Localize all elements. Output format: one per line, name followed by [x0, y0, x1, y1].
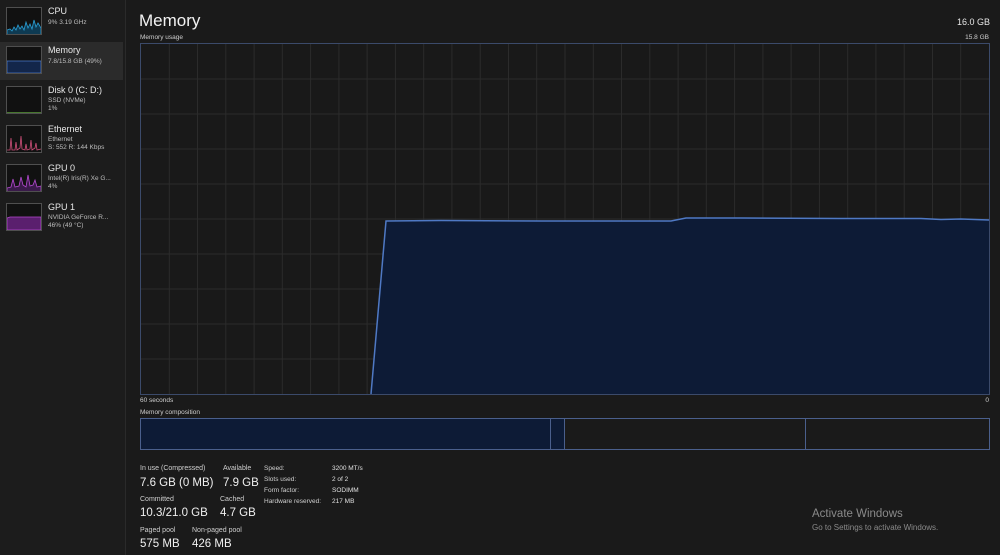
paged-pool-label: Paged pool	[140, 527, 176, 534]
graph-x-axis-start: 60 seconds	[140, 397, 174, 404]
gpu-0-thumbnail-graph	[6, 164, 42, 192]
sidebar-item-title: CPU	[48, 6, 68, 16]
sidebar: CPU 9% 3.19 GHz Memory 7.8/15.8 GB (49%)…	[0, 0, 126, 555]
activate-windows-subtitle: Go to Settings to activate Windows.	[812, 523, 939, 532]
sidebar-item-disk[interactable]: Disk 0 (C: D:) SSD (NVMe) 1%	[0, 82, 123, 120]
composition-free[interactable]	[806, 419, 989, 449]
composition-modified[interactable]	[551, 419, 565, 449]
ethernet-thumbnail-graph	[6, 125, 42, 153]
sidebar-item-title: Ethernet	[48, 124, 83, 134]
sidebar-item-detail: 9% 3.19 GHz	[48, 19, 87, 26]
non-paged-pool-value: 426 MB	[192, 538, 232, 550]
hardware-reserved-label: Hardware reserved:	[264, 498, 322, 505]
form-factor-label: Form factor:	[264, 487, 300, 494]
committed-value: 10.3/21.0 GB	[140, 507, 208, 519]
disk-thumbnail-graph	[6, 86, 42, 114]
sidebar-item-title: GPU 0	[48, 163, 76, 173]
sidebar-item-title: GPU 1	[48, 202, 76, 212]
memory-panel: Memory 16.0 GB Memory usage 15.8 GB 60 s…	[126, 0, 1000, 555]
composition-standby[interactable]	[565, 419, 806, 449]
memory-composition-bar	[140, 418, 990, 450]
total-memory: 16.0 GB	[956, 17, 990, 27]
committed-label: Committed	[140, 496, 174, 503]
slots-used-value: 2 of 2	[332, 476, 349, 483]
sidebar-item-gpu-0[interactable]: GPU 0 Intel(R) Iris(R) Xe G... 4%	[0, 160, 123, 198]
page-title: Memory	[139, 11, 201, 30]
sidebar-item-cpu[interactable]: CPU 9% 3.19 GHz	[0, 3, 123, 41]
sidebar-item-detail: 4%	[48, 183, 58, 190]
cpu-thumbnail-graph	[6, 7, 42, 35]
paged-pool-value: 575 MB	[140, 538, 180, 550]
sidebar-item-detail: 7.8/15.8 GB (49%)	[48, 58, 102, 65]
in-use-label: In use (Compressed)	[140, 465, 206, 472]
sidebar-item-title: Memory	[48, 45, 81, 55]
available-value: 7.9 GB	[223, 477, 259, 489]
gpu-1-thumbnail-graph	[6, 203, 42, 231]
composition-in-use[interactable]	[141, 419, 551, 449]
memory-usage-area	[371, 218, 989, 394]
memory-composition-label: Memory composition	[140, 409, 200, 416]
sidebar-item-detail: S: 552 R: 144 Kbps	[48, 144, 105, 151]
activate-windows-title: Activate Windows	[812, 508, 903, 520]
memory-usage-label: Memory usage	[140, 34, 183, 41]
cached-label: Cached	[220, 496, 245, 503]
form-factor-value: SODIMM	[332, 487, 359, 494]
sidebar-item-ethernet[interactable]: Ethernet Ethernet S: 552 R: 144 Kbps	[0, 121, 123, 159]
cached-value: 4.7 GB	[220, 507, 256, 519]
speed-value: 3200 MT/s	[332, 465, 363, 472]
speed-label: Speed:	[264, 465, 285, 472]
available-label: Available	[223, 465, 252, 472]
sidebar-item-detail: Intel(R) Iris(R) Xe G...	[48, 175, 111, 182]
sidebar-item-detail: 1%	[48, 105, 58, 112]
sidebar-item-detail: 46% (49 °C)	[48, 222, 84, 229]
non-paged-pool-label: Non-paged pool	[192, 527, 242, 534]
memory-thumbnail-graph	[6, 46, 42, 74]
in-use-value: 7.6 GB (0 MB)	[140, 477, 214, 489]
memory-usage-graph	[140, 43, 990, 395]
sidebar-item-detail: Ethernet	[48, 136, 73, 143]
sidebar-item-detail: SSD (NVMe)	[48, 97, 86, 104]
slots-used-label: Slots used:	[264, 476, 297, 483]
sidebar-item-memory[interactable]: Memory 7.8/15.8 GB (49%)	[0, 42, 123, 80]
hardware-reserved-value: 217 MB	[332, 498, 355, 505]
sidebar-item-title: Disk 0 (C: D:)	[48, 85, 102, 95]
graph-x-axis-end: 0	[985, 397, 989, 404]
memory-usage-max: 15.8 GB	[965, 34, 989, 41]
sidebar-item-gpu-1[interactable]: GPU 1 NVIDIA GeForce R... 46% (49 °C)	[0, 199, 123, 237]
sidebar-item-detail: NVIDIA GeForce R...	[48, 214, 109, 221]
